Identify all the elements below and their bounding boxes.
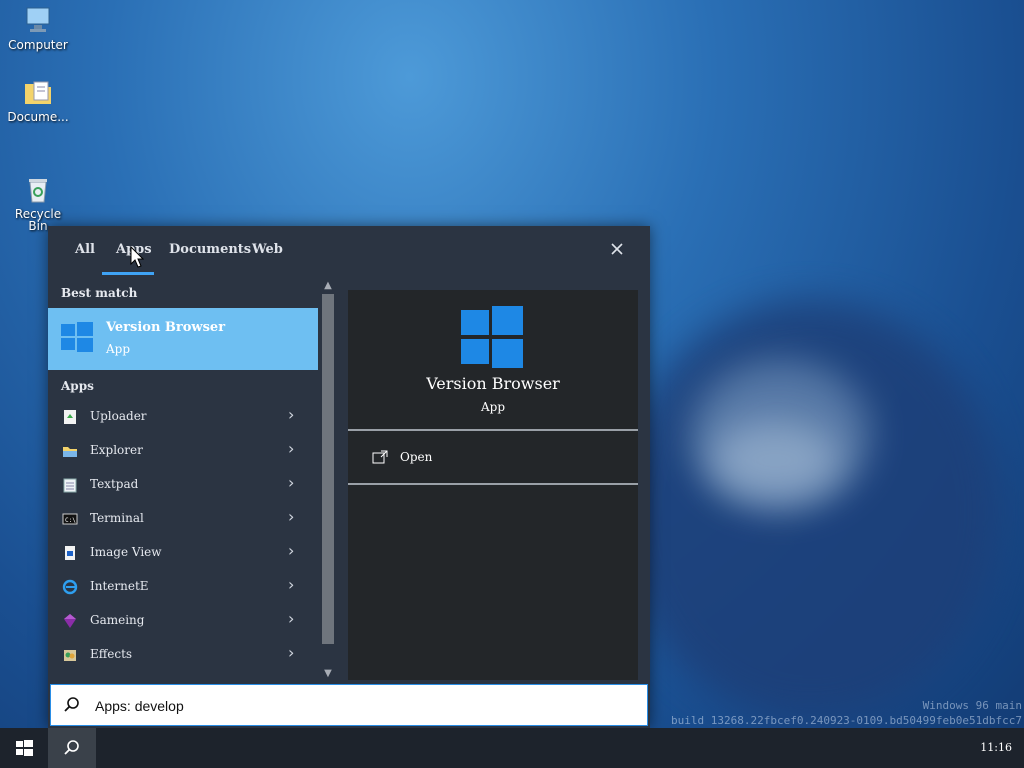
- watermark-line: Windows 96 main: [922, 699, 1022, 712]
- divider: [348, 483, 638, 485]
- chevron-right-icon[interactable]: ›: [288, 609, 294, 628]
- best-match-kind: App: [106, 342, 131, 356]
- app-item-explorer[interactable]: Explorer ›: [48, 434, 318, 468]
- tab-web[interactable]: Web: [252, 242, 283, 257]
- desktop-icon-documents[interactable]: Docume...: [4, 76, 72, 124]
- windows-logo-icon: [16, 740, 33, 756]
- open-external-icon: [372, 450, 388, 464]
- chevron-right-icon[interactable]: ›: [288, 575, 294, 594]
- divider: [348, 429, 638, 431]
- windows-logo-icon: [61, 322, 93, 352]
- detail-app-kind: App: [480, 400, 506, 414]
- desktop-icon-label: Docume...: [7, 110, 69, 124]
- app-label: Textpad: [90, 477, 139, 491]
- app-item-effects[interactable]: Effects ›: [48, 638, 318, 672]
- start-button[interactable]: [0, 728, 48, 768]
- documents-folder-icon: [22, 76, 54, 108]
- app-label: Explorer: [90, 443, 143, 457]
- best-match-heading: Best match: [61, 286, 138, 300]
- chevron-right-icon[interactable]: ›: [288, 405, 294, 424]
- app-item-textpad[interactable]: Textpad ›: [48, 468, 318, 502]
- best-match-item[interactable]: Version Browser App: [48, 308, 318, 370]
- app-label: Gameing: [90, 613, 145, 627]
- wallpaper-shape: [620, 300, 1000, 720]
- chevron-right-icon[interactable]: ›: [288, 473, 294, 492]
- chevron-right-icon[interactable]: ›: [288, 541, 294, 560]
- app-item-terminal[interactable]: C:\ Terminal ›: [48, 502, 318, 536]
- windows-logo-icon: [461, 306, 523, 368]
- detail-pane: Version Browser App Open: [348, 290, 638, 680]
- taskbar-search-button[interactable]: [48, 728, 96, 768]
- desktop-icon-computer[interactable]: Computer: [4, 4, 72, 52]
- open-action[interactable]: Open: [348, 440, 638, 474]
- apps-heading: Apps: [61, 379, 94, 393]
- best-match-name: Version Browser: [106, 320, 226, 335]
- results-scrollbar[interactable]: ▲ ▼: [318, 278, 338, 683]
- close-button[interactable]: [608, 242, 626, 260]
- desktop-icon-recycle-bin[interactable]: Recycle Bin: [4, 150, 72, 232]
- chevron-right-icon[interactable]: ›: [288, 507, 294, 526]
- watermark-line: build 13268.22fbcef0.240923-0109.bd50499…: [671, 714, 1022, 727]
- app-label: Image View: [90, 545, 162, 559]
- chevron-right-icon[interactable]: ›: [288, 643, 294, 662]
- search-flyout: All Apps Documents Web Best match Versio…: [48, 226, 650, 728]
- computer-icon: [22, 4, 54, 36]
- terminal-icon: C:\: [62, 513, 78, 525]
- scroll-down-icon[interactable]: ▼: [322, 668, 334, 680]
- active-tab-indicator: [102, 272, 154, 275]
- chevron-right-icon[interactable]: ›: [288, 439, 294, 458]
- wallpaper-shape: [690, 360, 870, 510]
- search-box[interactable]: [50, 684, 648, 726]
- tab-documents[interactable]: Documents: [169, 242, 251, 257]
- search-input[interactable]: [93, 693, 637, 719]
- desktop-icon-label: Computer: [8, 38, 68, 52]
- build-watermark: Windows 96 main build 13268.22fbcef0.240…: [671, 699, 1022, 727]
- gem-icon: [64, 614, 76, 628]
- app-item-gameing[interactable]: Gameing ›: [48, 604, 318, 638]
- effects-icon: [64, 650, 76, 661]
- app-label: Uploader: [90, 409, 147, 423]
- scroll-up-icon[interactable]: ▲: [322, 280, 334, 292]
- app-item-image-view[interactable]: Image View ›: [48, 536, 318, 570]
- taskbar: 11:16: [0, 728, 1024, 768]
- taskbar-clock[interactable]: 11:16: [980, 741, 1012, 754]
- search-icon: [64, 740, 79, 755]
- folder-icon: [63, 447, 77, 457]
- recycle-bin-icon: [22, 162, 54, 203]
- search-icon: [64, 697, 79, 712]
- results-list: Best match Version Browser App Apps Uplo…: [48, 278, 318, 683]
- open-label: Open: [400, 450, 433, 464]
- wallpaper-shape: [710, 420, 840, 500]
- detail-app-name: Version Browser: [426, 374, 560, 393]
- app-item-internete[interactable]: InternetE ›: [48, 570, 318, 604]
- app-item-uploader[interactable]: Uploader ›: [48, 400, 318, 434]
- notepad-icon: [63, 478, 77, 493]
- image-icon: [65, 546, 75, 560]
- app-label: Terminal: [90, 511, 144, 525]
- app-label: InternetE: [90, 579, 149, 593]
- browser-e-icon: [62, 579, 78, 595]
- uploader-icon: [64, 410, 76, 424]
- tab-all[interactable]: All: [75, 242, 95, 257]
- mouse-cursor-icon: [130, 246, 144, 268]
- svg-text:C:\: C:\: [65, 517, 76, 524]
- scroll-thumb[interactable]: [322, 294, 334, 644]
- app-label: Effects: [90, 647, 133, 661]
- close-icon: [611, 243, 623, 255]
